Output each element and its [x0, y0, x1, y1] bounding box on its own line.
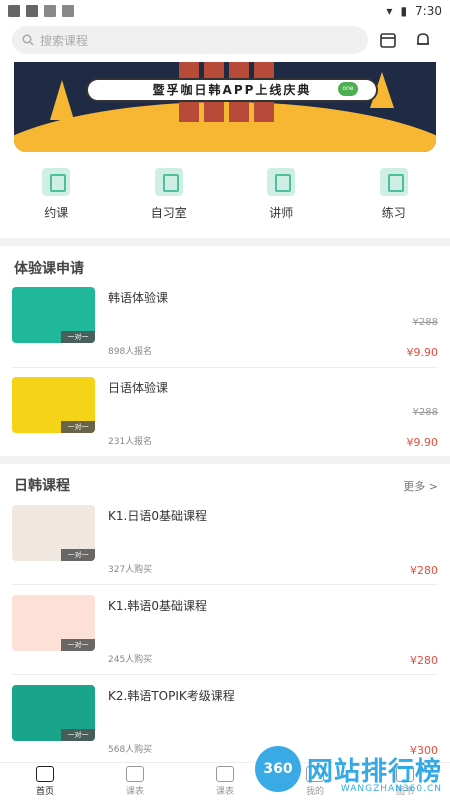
course-title: K1.韩语0基础课程: [108, 599, 207, 613]
separator: [12, 674, 438, 675]
section-title-courses: 日韩课程: [14, 478, 70, 494]
home-icon: [36, 766, 54, 782]
old-price: ¥288: [412, 317, 438, 328]
book-icon: [42, 168, 71, 196]
calendar-icon[interactable]: [374, 26, 403, 54]
search-input[interactable]: 搜索课程: [12, 26, 368, 54]
notification-icon: [8, 5, 20, 17]
one-on-one-tag: 一对一: [61, 331, 95, 343]
list-item[interactable]: 一对一 K1.日语0基础课程 327人购买 ¥280: [12, 505, 438, 583]
search-placeholder: 搜索课程: [40, 33, 89, 48]
status-time: 7:30: [415, 4, 442, 18]
bell-icon[interactable]: [409, 26, 438, 54]
list-item[interactable]: 一对一 K1.韩语0基础课程 245人购买 ¥280: [12, 595, 438, 673]
quick-label: 自习室: [150, 206, 187, 220]
course-thumbnail: 一对一: [12, 685, 95, 741]
banner-tag: one: [338, 82, 358, 96]
course-count: 231人报名: [108, 437, 153, 447]
notification-icon: [26, 5, 38, 17]
quick-practice[interactable]: 练习: [338, 168, 450, 228]
practice-icon: [379, 168, 408, 196]
nav-label: 课表: [125, 787, 144, 797]
teacher-icon: [267, 168, 296, 196]
quick-study-room[interactable]: 自习室: [113, 168, 226, 228]
status-bar: ▾ ▮ 7:30: [0, 0, 450, 22]
course-thumbnail: 一对一: [12, 505, 95, 561]
course-price: ¥280: [410, 564, 438, 577]
course-price: ¥9.90: [406, 436, 439, 449]
image-icon: [44, 5, 56, 17]
separator: [12, 367, 438, 368]
more-link[interactable]: 更多 >: [403, 478, 438, 494]
a-icon: [62, 5, 74, 17]
nav-schedule[interactable]: 课表: [90, 763, 180, 800]
watermark-text: 网站排行榜: [306, 756, 442, 787]
watermark-sub: WANGZHAN360.CN: [340, 784, 442, 794]
course-count: 245人购买: [108, 655, 153, 665]
course-title: 韩语体验课: [108, 291, 169, 305]
course-title: K1.日语0基础课程: [108, 509, 207, 523]
course-count: 327人购买: [108, 565, 153, 575]
course-title: 日语体验课: [108, 381, 169, 395]
list-item[interactable]: 一对一 韩语体验课 ¥288 898人报名 ¥9.90: [12, 287, 438, 365]
study-icon: [154, 168, 183, 196]
course-title: K2.韩语TOPIK考级课程: [108, 689, 235, 703]
calendar-plus-icon: [126, 766, 144, 782]
course-count: 568人购买: [108, 745, 153, 755]
quick-label: 约课: [44, 206, 69, 220]
search-icon: [22, 34, 34, 46]
course-thumbnail: 一对一: [12, 595, 95, 651]
promo-banner[interactable]: 暨孚咖日韩APP上线庆典 one: [14, 62, 436, 152]
divider: [0, 238, 450, 246]
course-thumbnail: 一对一: [12, 287, 95, 343]
status-icons: [8, 5, 74, 17]
course-count: 898人报名: [108, 347, 153, 357]
quick-label: 讲师: [269, 206, 294, 220]
quick-label: 练习: [381, 206, 406, 220]
nav-label: 首页: [35, 787, 54, 797]
list-item[interactable]: 一对一 日语体验课 ¥288 231人报名 ¥9.90: [12, 377, 438, 455]
banner-illustration: [14, 62, 436, 152]
battery-icon: ▮: [400, 4, 408, 18]
course-price: ¥9.90: [406, 346, 439, 359]
one-on-one-tag: 一对一: [61, 729, 95, 741]
one-on-one-tag: 一对一: [61, 421, 95, 433]
wifi-icon: ▾: [386, 4, 393, 18]
course-thumbnail: 一对一: [12, 377, 95, 433]
section-title-trial: 体验课申请: [14, 261, 84, 277]
separator: [12, 584, 438, 585]
watermark: 360 网站排行榜 WANGZHAN360.CN: [254, 746, 442, 794]
watermark-logo: 360: [254, 746, 301, 792]
course-price: ¥280: [410, 654, 438, 667]
old-price: ¥288: [412, 407, 438, 418]
quick-links: 约课 自习室 讲师 练习: [0, 168, 450, 228]
quick-book[interactable]: 约课: [0, 168, 113, 228]
nav-label: 课表: [215, 787, 234, 797]
nav-home[interactable]: 首页: [0, 763, 90, 800]
one-on-one-tag: 一对一: [61, 549, 95, 561]
quick-teacher[interactable]: 讲师: [225, 168, 338, 228]
divider: [0, 456, 450, 464]
calendar-icon: [216, 766, 234, 782]
banner-title: 暨孚咖日韩APP上线庆典: [86, 78, 378, 102]
one-on-one-tag: 一对一: [61, 639, 95, 651]
